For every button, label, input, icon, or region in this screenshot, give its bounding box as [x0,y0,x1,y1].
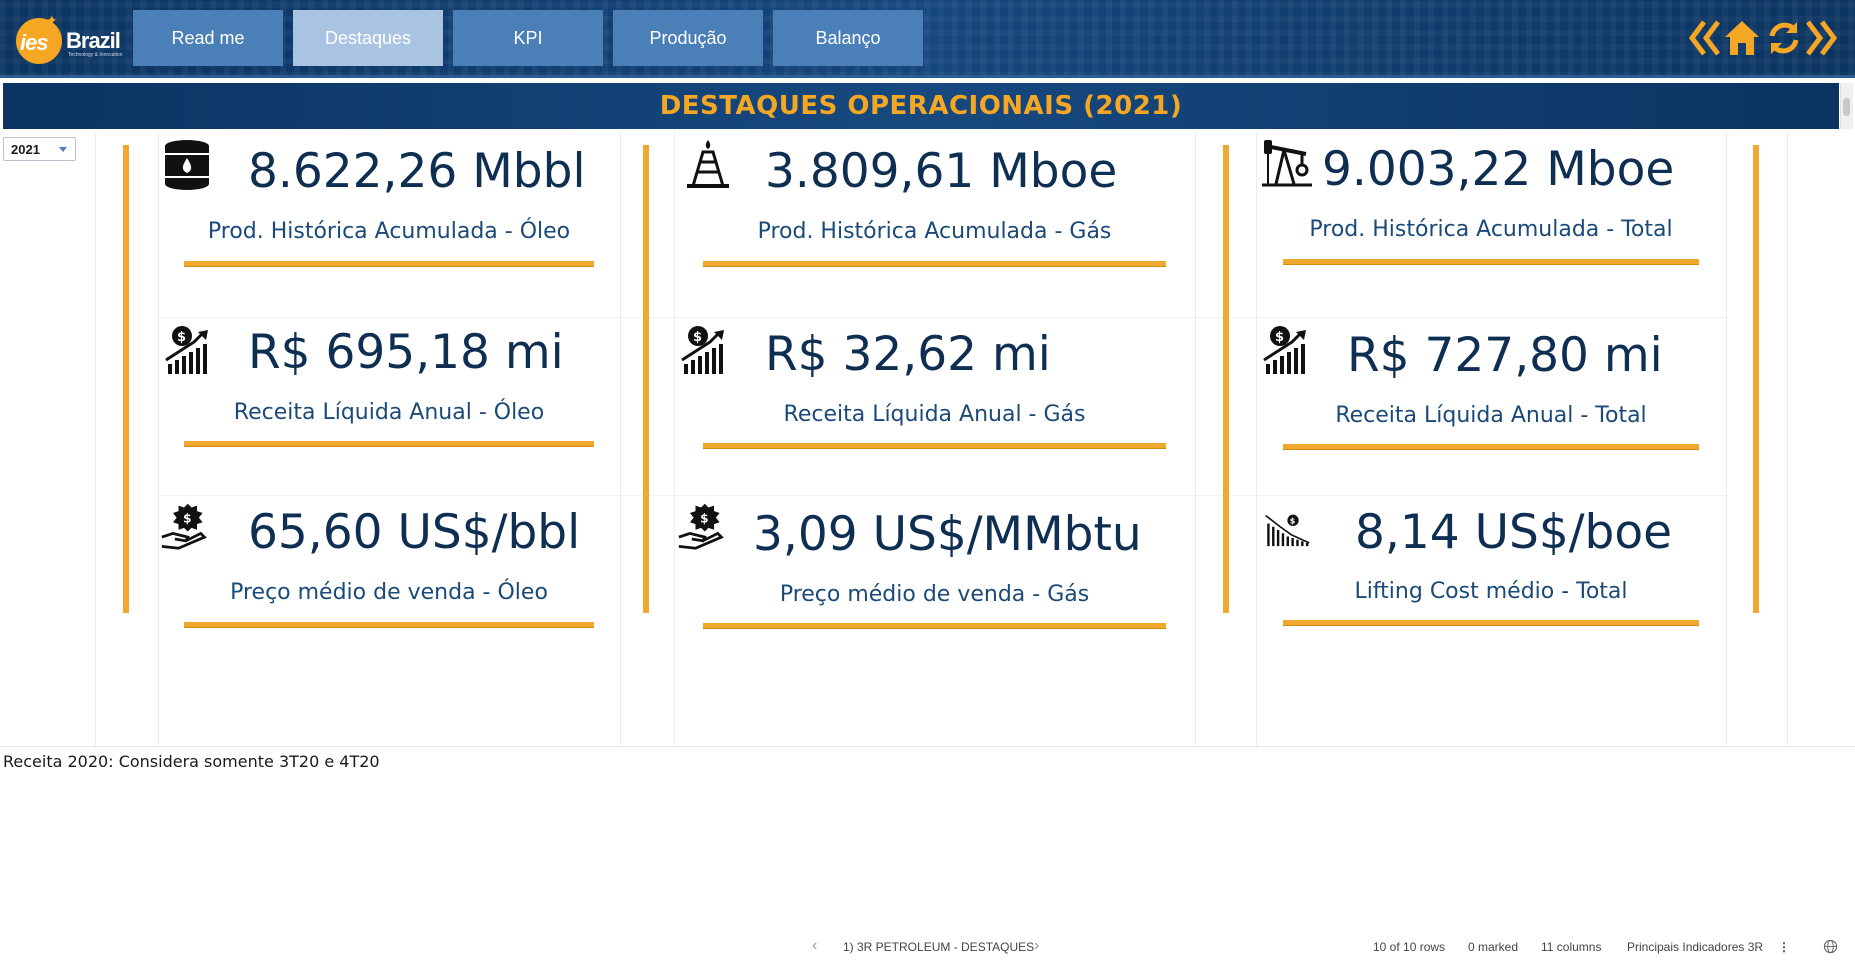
page-indicator[interactable]: 1) 3R PETROLEUM - DESTAQUES [843,940,1034,954]
row-divider [158,495,1728,496]
oil-barrel-icon [165,140,209,190]
logo-star-icon: ✦ [46,12,58,28]
back-icon[interactable] [1688,18,1722,58]
top-bar-border [0,75,1855,78]
page-title-banner: DESTAQUES OPERACIONAIS (2021) [3,83,1839,129]
total-production-underline [1283,259,1699,265]
orange-separator [1223,145,1229,613]
total-revenue-value: R$ 727,80 mi [1347,328,1663,383]
nav-kpi-button[interactable]: KPI [453,10,603,66]
year-dropdown[interactable]: 2021 [3,137,76,161]
columns-count: 11 columns [1541,940,1602,954]
gas-rig-icon [687,140,729,188]
oil-production-value: 8.622,26 Mbbl [248,144,586,199]
nav-destaques-button[interactable]: Destaques [293,10,443,66]
lifting-cost-value: 8,14 US$/boe [1355,505,1673,560]
oil-revenue-value: R$ 695,18 mi [248,325,564,380]
data-table-name[interactable]: Principais Indicadores 3R [1627,940,1763,954]
oil-price-value: 65,60 US$/bbl [248,505,581,560]
total-revenue-underline [1283,444,1699,450]
banner-scrollbar-thumb[interactable] [1843,98,1850,116]
logo-secondary-text: Brazil [66,28,121,53]
home-icon[interactable] [1722,18,1762,58]
cost-decline-icon: $ [1265,514,1310,547]
money-hand-icon: $ [678,503,724,550]
chevron-down-icon[interactable] [59,147,67,152]
logo-primary-text: ies [20,30,49,55]
gas-price-label: Preço médio de venda - Gás [779,582,1090,607]
gas-production-label: Prod. Histórica Acumulada - Gás [757,219,1112,244]
status-bar: ‹ 1) 3R PETROLEUM - DESTAQUES › 10 of 10… [0,933,1855,960]
gas-revenue-label: Receita Líquida Anual - Gás [783,402,1086,427]
svg-text:$: $ [177,330,186,345]
svg-text:$: $ [1290,517,1296,526]
revenue-footnote: Receita 2020: Considera somente 3T20 e 4… [3,752,380,771]
refresh-icon[interactable] [1764,18,1804,58]
revenue-growth-icon: $ [681,326,724,374]
total-production-value: 9.003,22 Mboe [1322,142,1675,197]
revenue-growth-icon: $ [165,326,208,374]
svg-text:$: $ [700,511,708,525]
money-hand-icon: $ [161,503,207,550]
orange-separator [643,145,649,613]
lifting-cost-label: Lifting Cost médio - Total [1354,579,1628,604]
nav-read-me-button[interactable]: Read me [133,10,283,66]
grid-divider [158,133,159,747]
total-revenue-label: Receita Líquida Anual - Total [1335,403,1647,428]
row-divider [158,317,1728,318]
forward-icon[interactable] [1804,18,1838,58]
oil-price-underline [184,622,594,628]
orange-separator [1753,145,1759,613]
pumpjack-icon [1262,140,1312,187]
oil-revenue-label: Receita Líquida Anual - Óleo [233,400,545,425]
svg-text:$: $ [1275,330,1284,345]
oil-price-label: Preço médio de venda - Óleo [230,580,548,605]
globe-icon[interactable] [1823,939,1838,954]
ies-brazil-logo: ✦ ies Brazil Technology & Innovation [16,12,126,64]
svg-text:$: $ [693,330,702,345]
grid-divider [95,133,96,747]
gas-revenue-underline [703,443,1166,449]
year-dropdown-value: 2021 [11,141,40,157]
gas-production-underline [703,261,1166,267]
more-options-icon[interactable]: ⋮ [1778,940,1790,954]
orange-separator [123,145,129,613]
nav-balanco-button[interactable]: Balanço [773,10,923,66]
nav-producao-button[interactable]: Produção [613,10,763,66]
svg-text:$: $ [183,511,191,525]
gas-revenue-value: R$ 32,62 mi [765,327,1051,382]
gas-production-value: 3.809,61 Mboe [765,144,1118,199]
lifting-cost-underline [1283,620,1699,626]
grid-divider [620,133,621,747]
grid-divider [1256,133,1257,747]
grid-divider [1726,133,1727,747]
logo-tagline: Technology & Innovation [68,52,123,58]
total-production-label: Prod. Histórica Acumulada - Total [1309,217,1673,242]
oil-revenue-underline [184,441,594,447]
oil-production-underline [184,261,594,267]
grid-divider [674,133,675,747]
page-title: DESTAQUES OPERACIONAIS (2021) [659,91,1183,121]
nav-icon-group [1688,14,1838,64]
marked-count: 0 marked [1468,940,1519,954]
content-bottom-divider [0,746,1855,747]
grid-divider [1195,133,1196,747]
oil-production-label: Prod. Histórica Acumulada - Óleo [207,219,571,244]
grid-divider [1787,133,1788,747]
gas-price-value: 3,09 US$/MMbtu [753,507,1142,562]
chevron-left-icon[interactable]: ‹ [812,937,817,955]
chevron-right-icon[interactable]: › [1034,937,1039,955]
revenue-growth-icon: $ [1263,326,1306,374]
gas-price-underline [703,623,1166,629]
rows-count: 10 of 10 rows [1373,940,1446,954]
